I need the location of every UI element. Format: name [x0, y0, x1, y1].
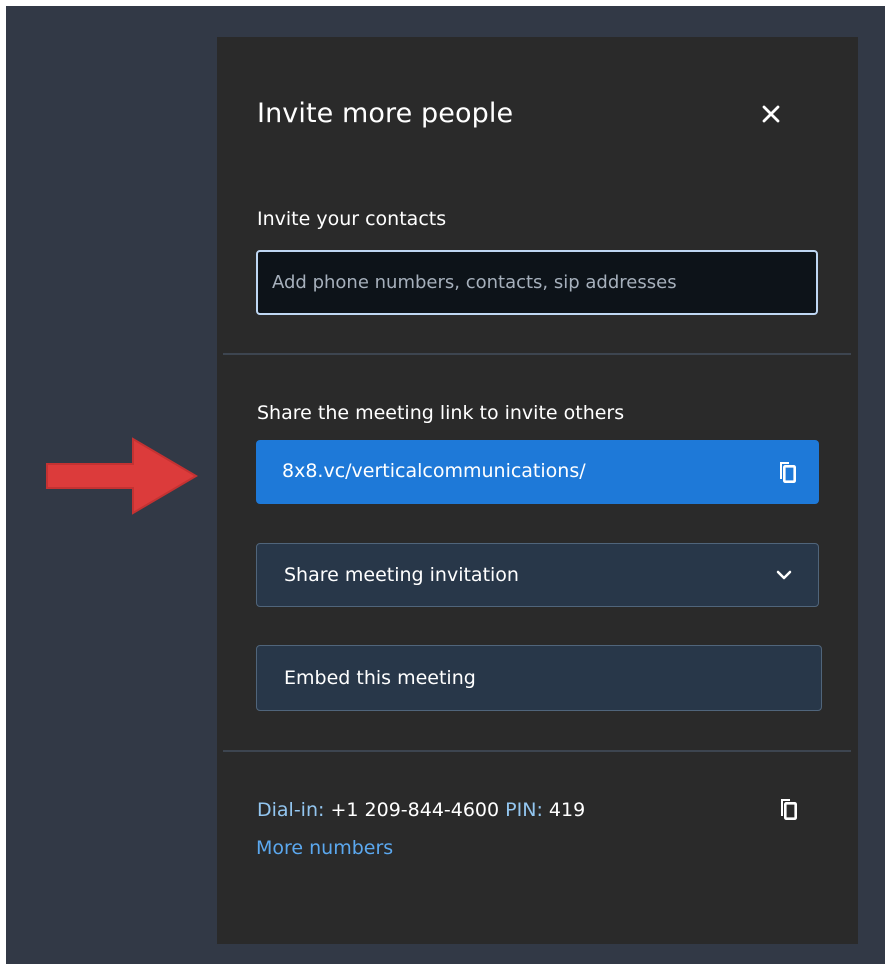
share-link-label: Share the meeting link to invite others [257, 402, 625, 424]
copy-meeting-link-button[interactable]: 8x8.vc/verticalcommunications/ [256, 440, 819, 504]
pin-label: PIN: [505, 799, 543, 821]
close-icon[interactable] [757, 100, 785, 128]
dial-in-number: +1 209-844-4600 [330, 799, 500, 821]
red-arrow-icon [46, 437, 198, 515]
contacts-search-input[interactable] [256, 250, 818, 315]
section-divider [223, 750, 851, 752]
invite-contacts-label: Invite your contacts [257, 208, 447, 230]
share-invitation-label: Share meeting invitation [284, 564, 519, 586]
copy-icon [780, 462, 796, 483]
invite-dialog: Invite more people Invite your contacts … [217, 37, 858, 944]
dial-in-details: Dial-in: +1 209-844-4600 PIN: 419 [257, 798, 585, 822]
meeting-link-url: 8x8.vc/verticalcommunications/ [282, 460, 586, 482]
dialog-title: Invite more people [257, 98, 514, 129]
dial-in-label: Dial-in: [257, 799, 325, 821]
chevron-down-icon [776, 570, 792, 580]
share-invitation-dropdown[interactable]: Share meeting invitation [256, 543, 819, 607]
section-divider [223, 353, 851, 355]
more-numbers-link[interactable]: More numbers [256, 836, 393, 860]
embed-meeting-button[interactable]: Embed this meeting [256, 645, 822, 711]
copy-icon[interactable] [777, 796, 799, 822]
pin-value: 419 [548, 799, 586, 821]
embed-meeting-label: Embed this meeting [284, 667, 476, 689]
